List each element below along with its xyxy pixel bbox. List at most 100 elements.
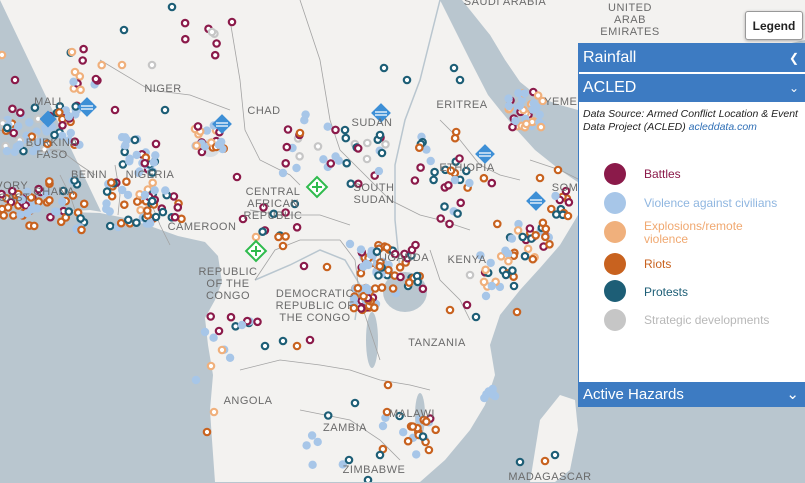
acled-event-marker[interactable] <box>217 345 227 355</box>
acled-event-marker[interactable] <box>486 258 495 268</box>
acled-event-marker[interactable] <box>170 212 180 222</box>
acled-event-marker[interactable] <box>430 167 439 177</box>
acled-event-marker[interactable] <box>292 341 302 351</box>
acled-event-marker[interactable] <box>523 244 533 254</box>
acled-event-marker[interactable] <box>455 75 465 85</box>
acled-event-marker[interactable] <box>518 232 528 242</box>
acled-event-marker[interactable] <box>9 128 19 138</box>
acled-event-marker[interactable] <box>481 291 491 301</box>
acled-event-marker[interactable] <box>97 60 107 70</box>
acled-event-marker[interactable] <box>147 196 157 206</box>
acled-event-marker[interactable] <box>512 307 522 317</box>
acled-event-marker[interactable] <box>119 25 129 35</box>
acled-event-marker[interactable] <box>535 110 544 119</box>
acled-event-marker[interactable] <box>480 393 489 403</box>
acled-event-marker[interactable] <box>479 277 489 287</box>
acled-event-marker[interactable] <box>78 56 88 65</box>
acled-event-marker[interactable] <box>107 178 116 187</box>
acled-event-marker[interactable] <box>200 327 210 337</box>
acled-event-marker[interactable] <box>488 390 498 399</box>
acled-event-marker[interactable] <box>520 251 530 261</box>
acled-event-marker[interactable] <box>160 105 170 115</box>
acled-event-marker[interactable] <box>253 317 262 327</box>
acled-event-marker[interactable] <box>344 455 354 465</box>
legend-item-riots[interactable] <box>604 253 626 275</box>
acled-event-marker[interactable] <box>416 163 425 172</box>
acled-event-marker[interactable] <box>214 140 223 149</box>
acled-event-marker[interactable] <box>511 116 520 126</box>
acled-event-marker[interactable] <box>359 291 368 301</box>
acled-event-marker[interactable] <box>396 272 405 282</box>
acled-event-marker[interactable] <box>132 150 141 160</box>
acled-event-marker[interactable] <box>225 353 235 362</box>
acled-event-marker[interactable] <box>149 158 158 167</box>
acled-event-marker[interactable] <box>331 125 340 135</box>
acled-event-marker[interactable] <box>492 219 502 229</box>
acled-event-marker[interactable] <box>377 283 387 292</box>
acled-event-marker[interactable] <box>2 123 12 133</box>
acled-event-marker[interactable] <box>395 262 405 272</box>
acled-event-marker[interactable] <box>16 210 25 219</box>
acled-event-marker[interactable] <box>54 108 64 117</box>
acled-event-marker[interactable] <box>404 278 414 287</box>
acled-event-marker[interactable] <box>456 198 466 208</box>
acled-event-marker[interactable] <box>305 335 315 345</box>
acled-event-marker[interactable] <box>158 207 168 217</box>
acled-event-marker[interactable] <box>340 125 350 135</box>
acled-event-marker[interactable] <box>9 211 18 220</box>
acled-event-marker[interactable] <box>379 63 389 73</box>
acled-event-marker[interactable] <box>550 450 560 460</box>
acled-event-marker[interactable] <box>375 130 385 140</box>
acled-event-marker[interactable] <box>411 240 420 250</box>
acled-event-marker[interactable] <box>504 101 514 111</box>
acled-event-marker[interactable] <box>278 336 288 346</box>
acled-event-marker[interactable] <box>535 173 545 183</box>
acled-event-marker[interactable] <box>515 457 525 467</box>
acled-event-marker[interactable] <box>350 398 360 408</box>
chevron-left-icon[interactable]: ❮ <box>789 51 799 65</box>
chevron-down-icon[interactable]: ⌄ <box>789 81 799 95</box>
acled-event-marker[interactable] <box>431 425 441 435</box>
acled-event-marker[interactable] <box>169 192 179 201</box>
acled-event-marker[interactable] <box>143 206 152 215</box>
acled-event-marker[interactable] <box>553 165 563 175</box>
acled-event-marker[interactable] <box>299 261 309 271</box>
acled-event-marker[interactable] <box>118 160 128 169</box>
acled-event-marker[interactable] <box>370 284 380 293</box>
acled-event-marker[interactable] <box>180 18 190 28</box>
acled-event-marker[interactable] <box>481 265 490 275</box>
acled-event-marker[interactable] <box>377 148 387 158</box>
acled-event-marker[interactable] <box>151 212 161 222</box>
legend-button[interactable]: Legend <box>745 11 803 40</box>
acled-event-marker[interactable] <box>181 34 190 44</box>
acled-event-marker[interactable] <box>334 156 343 165</box>
acled-event-marker[interactable] <box>514 88 523 98</box>
acled-event-marker[interactable] <box>363 475 373 482</box>
acled-event-marker[interactable] <box>487 281 496 291</box>
acled-event-marker[interactable] <box>323 411 333 420</box>
acled-event-marker[interactable] <box>147 60 157 70</box>
acled-event-marker[interactable] <box>69 77 78 87</box>
acled-event-marker[interactable] <box>538 218 548 228</box>
acled-event-marker[interactable] <box>424 445 434 455</box>
acled-event-marker[interactable] <box>471 312 481 322</box>
acled-event-marker[interactable] <box>136 205 145 215</box>
acled-event-marker[interactable] <box>450 133 460 143</box>
acled-event-marker[interactable] <box>207 27 217 37</box>
acled-event-marker[interactable] <box>2 146 12 156</box>
acled-event-marker[interactable] <box>193 122 203 131</box>
acled-event-marker[interactable] <box>251 232 261 242</box>
acled-event-marker[interactable] <box>51 207 60 216</box>
acled-event-marker[interactable] <box>209 407 219 417</box>
acled-event-marker[interactable] <box>192 141 201 151</box>
acled-event-marker[interactable] <box>445 219 454 229</box>
acled-event-marker[interactable] <box>237 320 247 330</box>
acled-event-marker[interactable] <box>528 254 538 264</box>
acled-event-marker[interactable] <box>487 178 497 188</box>
acled-event-marker[interactable] <box>429 175 438 185</box>
acled-event-marker[interactable] <box>67 47 77 57</box>
acled-event-marker[interactable] <box>161 186 170 195</box>
acled-event-marker[interactable] <box>529 99 538 108</box>
acled-event-marker[interactable] <box>362 138 372 148</box>
acled-event-marker[interactable] <box>353 144 363 153</box>
